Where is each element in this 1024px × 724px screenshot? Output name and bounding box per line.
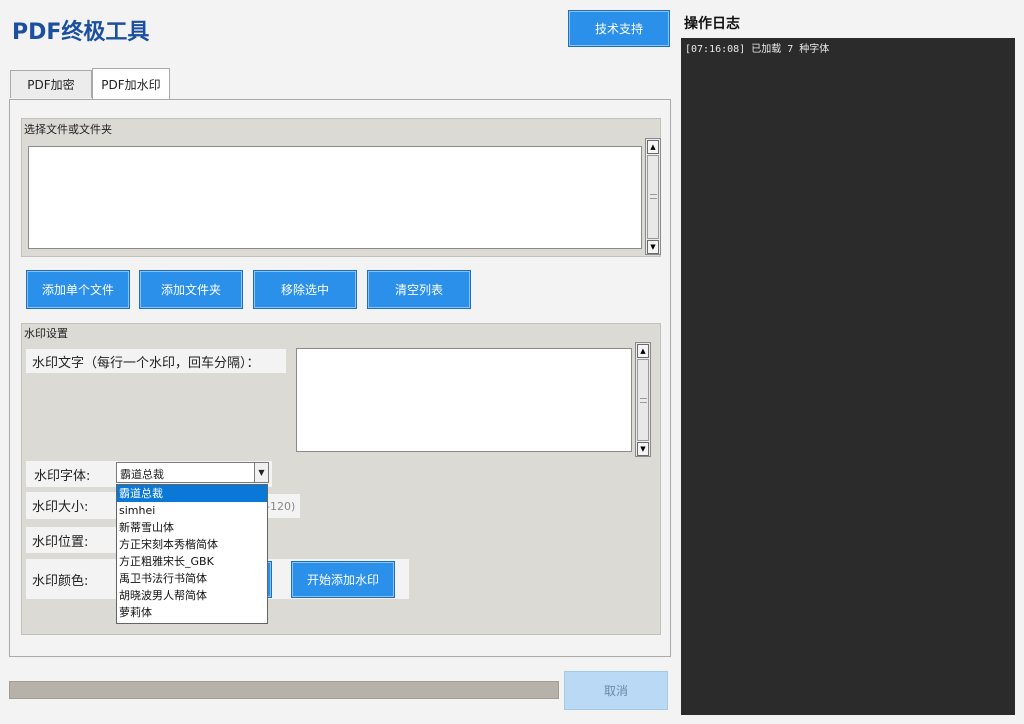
font-dropdown-list[interactable]: 霸道总裁 simhei 新蒂雪山体 方正宋刻本秀楷简体 方正粗雅宋长_GBK 禹…: [116, 484, 268, 624]
clear-list-button[interactable]: 清空列表: [367, 270, 471, 309]
font-select[interactable]: 霸道总裁 ▼: [116, 462, 269, 483]
add-folder-button[interactable]: 添加文件夹: [139, 270, 243, 309]
scroll-thumb[interactable]: [637, 359, 649, 441]
font-option[interactable]: 禹卫书法行书简体: [117, 570, 267, 587]
font-option[interactable]: 方正宋刻本秀楷简体: [117, 536, 267, 553]
font-select-value: 霸道总裁: [120, 468, 164, 481]
log-title: 操作日志: [684, 16, 740, 32]
scroll-down-icon[interactable]: ▼: [647, 240, 659, 254]
size-label: 水印大小:: [26, 492, 116, 519]
font-option[interactable]: 萝莉体: [117, 604, 267, 621]
color-label: 水印颜色:: [32, 573, 89, 589]
support-button[interactable]: 技术支持: [568, 10, 670, 47]
font-option[interactable]: 方正粗雅宋长_GBK: [117, 553, 267, 570]
add-file-button[interactable]: 添加单个文件: [26, 270, 130, 309]
grip-icon: [640, 402, 647, 404]
cancel-button[interactable]: 取消: [564, 671, 668, 710]
scroll-up-icon[interactable]: ▲: [637, 344, 649, 358]
grip-icon: [650, 198, 657, 200]
tab-pdf-encrypt[interactable]: PDF加密: [10, 70, 92, 98]
font-option[interactable]: 胡晓波男人帮简体: [117, 587, 267, 604]
file-list[interactable]: [28, 146, 642, 249]
tab-pdf-watermark[interactable]: PDF加水印: [92, 68, 170, 99]
scroll-up-icon[interactable]: ▲: [647, 140, 659, 154]
log-line: [07:16:08] 已加载 7 种字体: [685, 44, 830, 55]
grip-icon: [650, 194, 657, 196]
file-list-scrollbar[interactable]: ▲ ▼: [645, 138, 661, 255]
position-label: 水印位置:: [26, 527, 116, 553]
watermark-text-input[interactable]: [296, 348, 632, 452]
grip-icon: [640, 398, 647, 400]
font-option[interactable]: 新蒂雪山体: [117, 519, 267, 536]
size-range-hint: -120): [266, 494, 300, 518]
start-watermark-button[interactable]: 开始添加水印: [291, 561, 395, 598]
watermark-section-label: 水印设置: [24, 327, 68, 340]
font-label: 水印字体:: [34, 468, 91, 484]
watermark-text-scrollbar[interactable]: ▲ ▼: [635, 342, 651, 457]
file-section-label: 选择文件或文件夹: [24, 123, 112, 136]
app-title: PDF终极工具: [12, 20, 150, 45]
watermark-text-label: 水印文字（每行一个水印，回车分隔）：: [26, 349, 286, 373]
chevron-down-icon[interactable]: ▼: [254, 463, 268, 482]
font-option[interactable]: simhei: [117, 502, 267, 519]
remove-selected-button[interactable]: 移除选中: [253, 270, 357, 309]
font-option[interactable]: 霸道总裁: [117, 485, 267, 502]
log-panel: [07:16:08] 已加载 7 种字体: [681, 38, 1015, 715]
scroll-thumb[interactable]: [647, 155, 659, 239]
progress-bar: [9, 681, 559, 699]
scroll-down-icon[interactable]: ▼: [637, 442, 649, 456]
